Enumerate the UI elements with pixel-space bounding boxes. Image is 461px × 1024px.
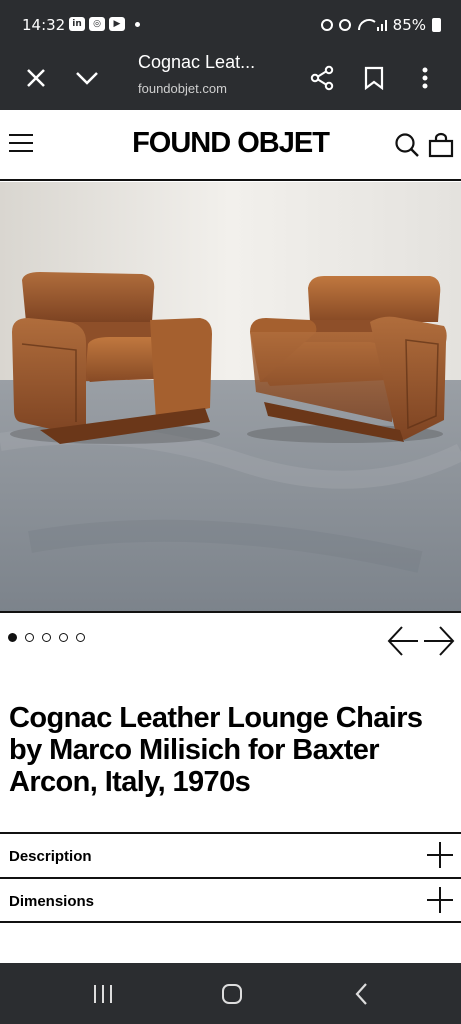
dimensions-accordion[interactable]: Dimensions (0, 877, 461, 923)
page-title: Cognac Leat... (138, 52, 256, 72)
arrow-left-icon (387, 626, 418, 656)
alarm-icon (320, 19, 333, 31)
search-icon (395, 133, 419, 157)
more-vert-icon (422, 67, 428, 89)
instagram-icon: ◎ (89, 17, 105, 31)
bookmark-button[interactable] (354, 58, 394, 98)
browser-toolbar: Cognac Leat... foundobjet.com (0, 50, 461, 110)
carousel-controls (0, 622, 461, 660)
carousel-dot[interactable] (76, 633, 85, 642)
carousel-dot[interactable] (42, 633, 51, 642)
back-button[interactable] (342, 977, 382, 1011)
search-button[interactable] (394, 132, 420, 163)
page-url[interactable]: foundobjet.com (138, 81, 227, 96)
site-logo[interactable]: FOUND OBJET (0, 127, 461, 160)
arrow-right-icon (424, 626, 455, 656)
carousel-dot[interactable] (8, 633, 17, 642)
more-notifications-dot (135, 22, 140, 27)
overflow-menu-button[interactable] (405, 58, 445, 98)
minimize-button[interactable] (67, 58, 107, 98)
share-icon (310, 65, 334, 91)
site-header: FOUND OBJET (0, 110, 461, 181)
close-icon (27, 69, 45, 87)
product-image[interactable] (0, 182, 461, 613)
notification-icons: in ◎ ▶ (69, 17, 125, 31)
close-tab-button[interactable] (16, 58, 56, 98)
previous-image-button[interactable] (386, 624, 422, 658)
carousel-dot[interactable] (59, 633, 68, 642)
mute-icon (338, 19, 351, 31)
product-title: Cognac Leather Lounge Chairs by Marco Mi… (9, 702, 423, 798)
system-status: 85% (320, 16, 441, 34)
next-image-button[interactable] (422, 624, 458, 658)
home-button[interactable] (212, 977, 252, 1011)
recent-apps-icon (94, 985, 112, 1003)
linkedin-icon: in (69, 17, 85, 31)
bag-icon (428, 132, 454, 158)
youtube-icon: ▶ (109, 17, 125, 31)
status-bar: 14:32 in ◎ ▶ 85% (0, 0, 461, 50)
battery-percent: 85% (392, 16, 426, 34)
home-icon (222, 984, 242, 1004)
chevron-down-icon (76, 72, 98, 85)
description-label: Description (9, 848, 92, 865)
carousel-dots (8, 633, 85, 642)
carousel-dot[interactable] (25, 633, 34, 642)
lounge-chairs-photo (0, 182, 461, 611)
dimensions-label: Dimensions (9, 893, 95, 910)
battery-icon (432, 18, 441, 32)
recent-apps-button[interactable] (83, 977, 123, 1011)
back-icon (355, 983, 367, 1005)
description-accordion[interactable]: Description (0, 832, 461, 876)
signal-icon (357, 19, 387, 31)
system-navigation-bar (0, 963, 461, 1024)
cart-button[interactable] (428, 132, 454, 163)
share-button[interactable] (302, 58, 342, 98)
bookmark-icon (364, 66, 384, 90)
plus-icon (427, 887, 453, 913)
plus-icon (427, 842, 453, 868)
status-time: 14:32 (22, 16, 66, 34)
